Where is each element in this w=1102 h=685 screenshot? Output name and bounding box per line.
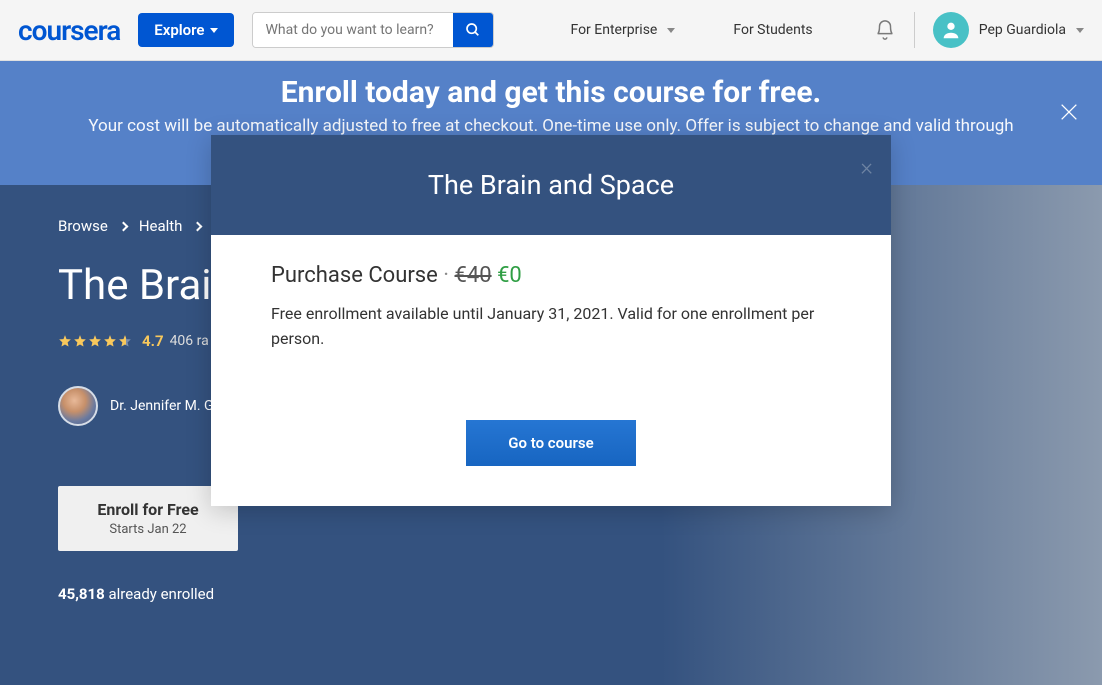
price-original: €40 xyxy=(455,263,492,288)
modal-body: Purchase Course · €40 €0 Free enrollment… xyxy=(211,235,891,506)
price-discounted: €0 xyxy=(497,263,522,288)
close-icon[interactable]: × xyxy=(860,153,873,181)
modal-title: The Brain and Space xyxy=(231,169,871,201)
purchase-modal: The Brain and Space × Purchase Course · … xyxy=(211,135,891,506)
purchase-label: Purchase Course xyxy=(271,263,438,288)
modal-overlay: The Brain and Space × Purchase Course · … xyxy=(0,0,1102,610)
modal-header: The Brain and Space × xyxy=(211,135,891,235)
price-line: Purchase Course · €40 €0 xyxy=(271,263,831,288)
go-to-course-button[interactable]: Go to course xyxy=(466,420,635,466)
offer-text: Free enrollment available until January … xyxy=(271,302,831,352)
